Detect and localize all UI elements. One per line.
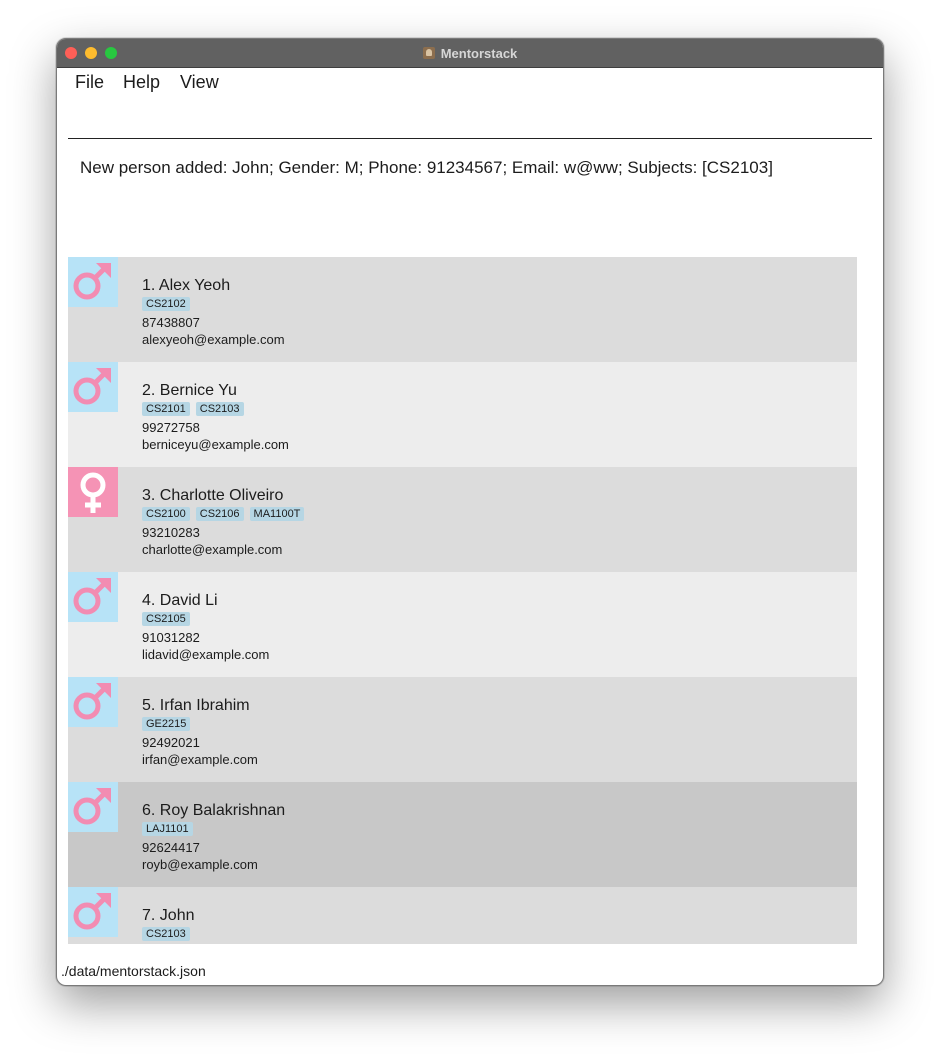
app-icon <box>422 47 435 59</box>
male-symbol-icon <box>73 788 111 825</box>
menu-view[interactable]: View <box>180 72 219 93</box>
title-bar[interactable]: Mentorstack <box>57 39 883 68</box>
subject-tag: GE2215 <box>142 717 191 731</box>
person-details: 1. Alex Yeoh CS2102 87438807 alexyeoh@examp… <box>142 276 285 348</box>
gender-avatar <box>68 887 118 937</box>
person-card[interactable]: 4. David Li CS2105 91031282 lidavid@example… <box>68 572 857 677</box>
menu-help[interactable]: Help <box>123 72 160 93</box>
subject-tag: CS2100 <box>142 507 190 521</box>
person-card[interactable]: 6. Roy Balakrishnan LAJ1101 92624417 royb@e… <box>68 782 857 887</box>
subject-tags: LAJ1101 <box>142 822 285 838</box>
person-card[interactable]: 3. Charlotte Oliveiro CS2100 CS2106 MA1100T… <box>68 467 857 572</box>
gender-avatar <box>68 257 118 307</box>
person-details: 5. Irfan Ibrahim GE2215 92492021 irfan@exam… <box>142 696 258 768</box>
person-email: berniceyu@example.com <box>142 437 289 452</box>
subject-tags: CS2103 <box>142 927 200 943</box>
male-symbol-icon <box>73 683 111 720</box>
male-symbol-icon <box>73 578 111 615</box>
person-phone: 87438807 <box>142 315 200 330</box>
subject-tag: CS2106 <box>195 507 244 521</box>
menu-bar: File Help View <box>57 68 883 98</box>
subject-tags: CS2100 CS2106 MA1100T <box>142 507 305 523</box>
person-email: lidavid@example.com <box>142 647 270 662</box>
person-name: 4. David Li <box>142 592 218 609</box>
subject-tag: CS2101 <box>142 402 190 416</box>
female-symbol-icon <box>80 472 106 513</box>
gender-avatar <box>68 782 118 832</box>
subject-tag: CS2103 <box>142 927 190 941</box>
person-name: 6. Roy Balakrishnan <box>142 802 286 819</box>
person-card[interactable]: 5. Irfan Ibrahim GE2215 92492021 irfan@exam… <box>68 677 857 782</box>
subject-tags: CS2102 <box>142 297 285 313</box>
person-email: irfan@example.com <box>142 752 258 767</box>
person-name: 1. Alex Yeoh <box>142 277 231 294</box>
subject-tag: CS2105 <box>142 612 190 626</box>
subject-tag: LAJ1101 <box>142 822 193 836</box>
app-window: Mentorstack File Help View New person ad… <box>56 38 884 986</box>
male-symbol-icon <box>73 263 111 300</box>
person-details: 2. Bernice Yu CS2101 CS2103 99272758 bernice… <box>142 381 289 453</box>
person-phone: 92624417 <box>142 840 200 855</box>
person-phone: 91031282 <box>142 630 200 645</box>
person-name: 7. John <box>142 907 195 924</box>
person-list[interactable]: 1. Alex Yeoh CS2102 87438807 alexyeoh@examp… <box>68 257 857 944</box>
person-phone: 93210283 <box>142 525 200 540</box>
result-display: New person added: John; Gender: M; Phone… <box>80 158 773 177</box>
person-email: charlotte@example.com <box>142 542 283 557</box>
gender-avatar <box>68 677 118 727</box>
subject-tags: CS2105 <box>142 612 269 628</box>
person-name: 2. Bernice Yu <box>142 382 237 399</box>
menu-file[interactable]: File <box>75 72 104 93</box>
command-box-divider <box>68 138 872 139</box>
status-bar-save-location: ./data/mentorstack.json <box>61 963 206 979</box>
gender-avatar <box>68 572 118 622</box>
person-email: royb@example.com <box>142 857 258 872</box>
male-symbol-icon <box>73 368 111 405</box>
person-card[interactable]: 7. JohnCS210391234567w@ww <box>68 887 857 944</box>
person-details: 4. David Li CS2105 91031282 lidavid@example… <box>142 591 269 663</box>
person-phone: 92492021 <box>142 735 200 750</box>
male-symbol-icon <box>73 893 111 930</box>
person-details: 3. Charlotte Oliveiro CS2100 CS2106 MA1100T… <box>142 486 305 558</box>
gender-avatar <box>68 467 118 517</box>
person-details: 7. JohnCS210391234567w@ww <box>142 906 200 944</box>
person-phone: 99272758 <box>142 420 200 435</box>
subject-tag: MA1100T <box>249 507 305 521</box>
person-name: 5. Irfan Ibrahim <box>142 697 250 714</box>
window-title: Mentorstack <box>440 45 518 61</box>
gender-avatar <box>68 362 118 412</box>
subject-tag: CS2102 <box>142 297 190 311</box>
person-email: alexyeoh@example.com <box>142 332 285 347</box>
subject-tags: GE2215 <box>142 717 258 733</box>
person-card[interactable]: 2. Bernice Yu CS2101 CS2103 99272758 bernice… <box>68 362 857 467</box>
person-details: 6. Roy Balakrishnan LAJ1101 92624417 royb@e… <box>142 801 285 873</box>
person-name: 3. Charlotte Oliveiro <box>142 487 284 504</box>
subject-tags: CS2101 CS2103 <box>142 402 289 418</box>
person-card[interactable]: 1. Alex Yeoh CS2102 87438807 alexyeoh@examp… <box>68 257 857 362</box>
subject-tag: CS2103 <box>195 402 244 416</box>
